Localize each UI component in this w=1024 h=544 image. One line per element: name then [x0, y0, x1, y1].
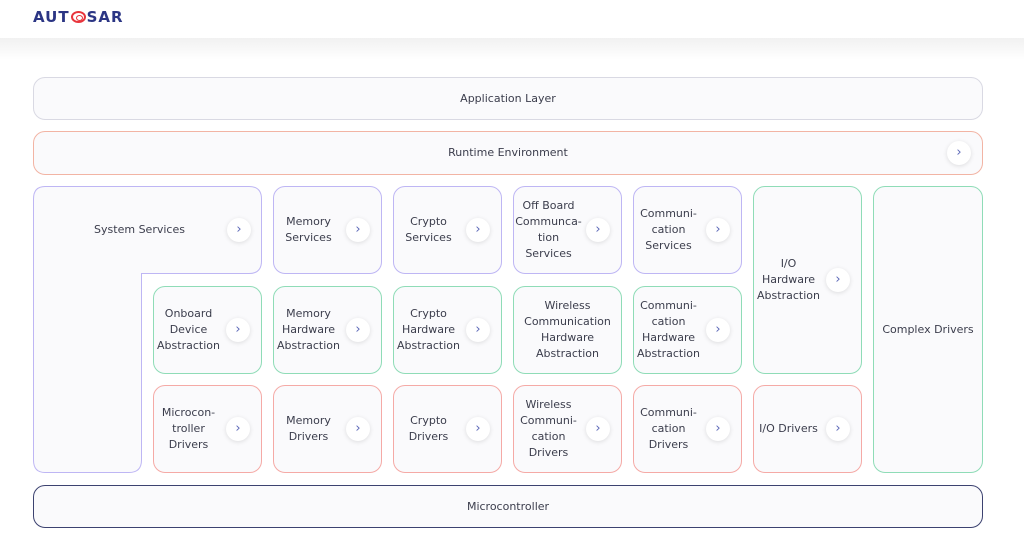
complex-drivers[interactable]: Complex Drivers — [873, 186, 983, 473]
communication-hardware-abstraction[interactable]: Communi- cation Hardware Abstraction › — [633, 286, 742, 374]
complex-drivers-label: Complex Drivers — [882, 322, 974, 336]
memory-services[interactable]: Memory Services › — [273, 186, 382, 274]
chevron-right-icon[interactable]: › — [226, 318, 250, 342]
chevron-right-icon[interactable]: › — [346, 318, 370, 342]
communication-drivers[interactable]: Communi- cation Drivers › — [633, 385, 742, 473]
microcontroller[interactable]: Microcontroller — [33, 485, 983, 528]
off-board-communication-services[interactable]: Off Board Communca- tion Services › — [513, 186, 622, 274]
memory-hardware-abstraction[interactable]: Memory Hardware Abstraction › — [273, 286, 382, 374]
chevron-right-icon[interactable]: › — [466, 318, 490, 342]
communication-services[interactable]: Communi- cation Services › — [633, 186, 742, 274]
memory-drivers[interactable]: Memory Drivers › — [273, 385, 382, 473]
chevron-right-icon[interactable]: › — [346, 218, 370, 242]
wireless-communication-drivers[interactable]: Wireless Communi- cation Drivers › — [513, 385, 622, 473]
chevron-right-icon[interactable]: › — [706, 417, 730, 441]
microcontroller-label: Microcontroller — [466, 499, 550, 513]
io-drivers[interactable]: I/O Drivers › — [753, 385, 862, 473]
chevron-right-icon[interactable]: › — [466, 218, 490, 242]
chevron-right-icon[interactable]: › — [706, 318, 730, 342]
chevron-right-icon[interactable]: › — [706, 218, 730, 242]
onboard-device-abstraction[interactable]: Onboard Device Abstraction › — [153, 286, 262, 374]
crypto-drivers[interactable]: Crypto Drivers › — [393, 385, 502, 473]
module-label: Wireless Communication Hardware Abstract… — [524, 299, 611, 360]
crypto-services[interactable]: Crypto Services › — [393, 186, 502, 274]
wireless-communication-hardware-abstraction[interactable]: Wireless Communication Hardware Abstract… — [513, 286, 622, 374]
microcontroller-drivers[interactable]: Microcon- troller Drivers › — [153, 385, 262, 473]
chevron-right-icon[interactable]: › — [586, 218, 610, 242]
crypto-hardware-abstraction[interactable]: Crypto Hardware Abstraction › — [393, 286, 502, 374]
chevron-right-icon[interactable]: › — [826, 268, 850, 292]
system-services[interactable]: System Services › — [33, 186, 262, 274]
chevron-right-icon[interactable]: › — [586, 417, 610, 441]
chevron-right-icon[interactable]: › — [227, 218, 251, 242]
chevron-right-icon[interactable]: › — [466, 417, 490, 441]
chevron-right-icon[interactable]: › — [226, 417, 250, 441]
chevron-right-icon[interactable]: › — [826, 417, 850, 441]
io-hardware-abstraction[interactable]: I/O Hardware Abstraction › — [753, 186, 862, 374]
chevron-right-icon[interactable]: › — [346, 417, 370, 441]
